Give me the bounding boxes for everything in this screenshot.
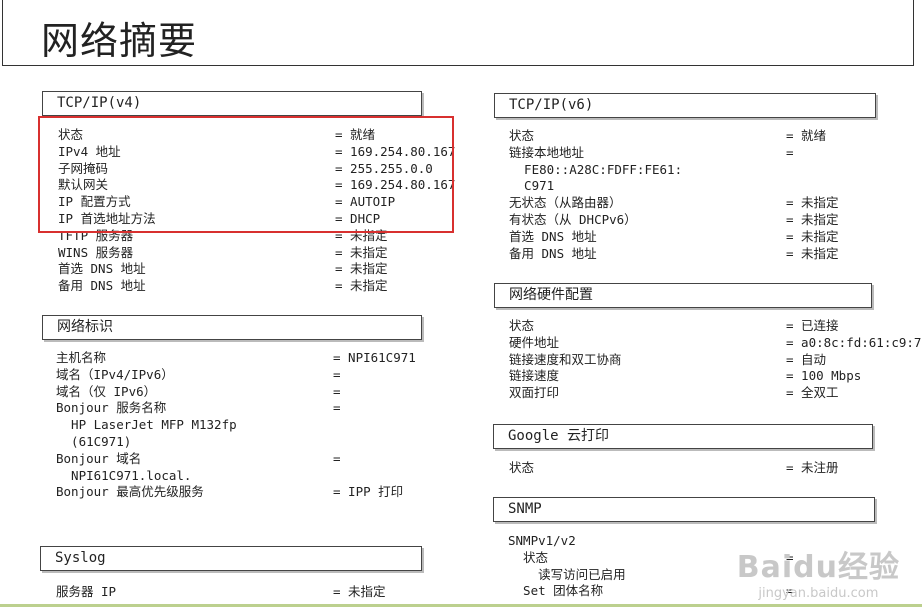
section-tcpip-v4-header: TCP/IP(v4) [42, 91, 422, 116]
row-value: = NPI61C971 [333, 350, 416, 365]
row-value: = [333, 400, 341, 416]
row-value: = [333, 366, 341, 382]
row-label: 状态 [508, 549, 549, 565]
row-label: SNMPv1/v2 [508, 533, 576, 548]
row-value: = [333, 450, 341, 466]
row-label: 读写访问已启用 [508, 566, 626, 582]
row-label: (61C971) [56, 434, 132, 449]
row-value: = 未指定 [786, 245, 839, 261]
watermark: Baidu经验 jingyan.baidu.com [737, 542, 900, 601]
row-value: = 未指定 [786, 228, 839, 244]
row-value: = a0:8c:fd:61:c9:71 [786, 334, 922, 350]
title-frame: 网络摘要 [2, 0, 914, 66]
row-label: 主机名称 [56, 350, 107, 365]
row-value: = 未指定 [335, 261, 388, 277]
row-label: 无状态（从路由器） [509, 195, 622, 211]
row-value: = 已连接 [786, 318, 839, 333]
network-summary-page: 网络摘要 TCP/IP(v4) 状态 = 就绪 IPv4 地址 = 169.254.8… [0, 0, 922, 607]
row-label: 硬件地址 [509, 334, 560, 350]
watermark-brand: Baidu经验 [736, 550, 900, 585]
row-label: 备用 DNS 地址 [509, 245, 597, 261]
section-google-cloud-header: Google 云打印 [493, 424, 873, 449]
watermark-url: jingyan.baidu.com [758, 586, 879, 601]
row-label: 链接本地地址 [509, 144, 585, 160]
row-value: = 未指定 [335, 278, 388, 294]
section-hardware-header: 网络硬件配置 [494, 283, 872, 308]
row-label: WINS 服务器 [58, 244, 134, 260]
page-title: 网络摘要 [41, 19, 198, 63]
row-value: = 未指定 [786, 195, 839, 211]
row-value: = IPP 打印 [333, 484, 404, 500]
row-label: 双面打印 [509, 385, 560, 401]
row-label: 服务器 IP [56, 584, 117, 599]
row-value: = 就绪 [786, 128, 827, 143]
row-label: 首选 DNS 地址 [58, 261, 146, 277]
row-label: HP LaserJet MFP M132fp [56, 417, 237, 433]
section-syslog-header: Syslog [40, 546, 422, 571]
highlight-box [38, 116, 454, 233]
row-value: = 未指定 [335, 244, 388, 260]
row-value: = 未注册 [786, 460, 839, 475]
row-label: Set 团体名称 [508, 583, 604, 599]
row-label: 域名（仅 IPv6） [56, 383, 157, 399]
section-network-id-header: 网络标识 [42, 315, 422, 340]
row-label: 状态 [509, 460, 535, 475]
row-label: 首选 DNS 地址 [509, 228, 597, 244]
row-value: = [786, 144, 794, 160]
row-value: = [333, 383, 341, 399]
row-label: 链接速度和双工协商 [509, 351, 622, 367]
row-label: Bonjour 服务名称 [56, 400, 167, 416]
row-value: = 全双工 [786, 385, 839, 401]
row-label: 备用 DNS 地址 [58, 278, 146, 294]
section-tcpip-v6-header: TCP/IP(v6) [494, 93, 876, 118]
row-value: = 未指定 [786, 212, 839, 227]
row-value: = 自动 [786, 351, 827, 367]
row-label: Bonjour 最高优先级服务 [56, 484, 204, 500]
section-snmp-header: SNMP [493, 497, 875, 522]
row-value: = 未指定 [333, 584, 386, 599]
row-label: 域名（IPv4/IPv6） [56, 366, 174, 382]
row-label: C971 [509, 178, 555, 194]
row-label: 状态 [509, 318, 535, 333]
row-label: 有状态（从 DHCPv6） [509, 212, 637, 227]
row-value: = 100 Mbps [786, 368, 862, 384]
row-label: NPI61C971.local. [56, 467, 192, 483]
row-label: 状态 [509, 128, 535, 143]
row-label: 链接速度 [509, 368, 560, 384]
row-label: Bonjour 域名 [56, 450, 142, 466]
row-label: FE80::A28C:FDFF:FE61: [509, 161, 683, 177]
